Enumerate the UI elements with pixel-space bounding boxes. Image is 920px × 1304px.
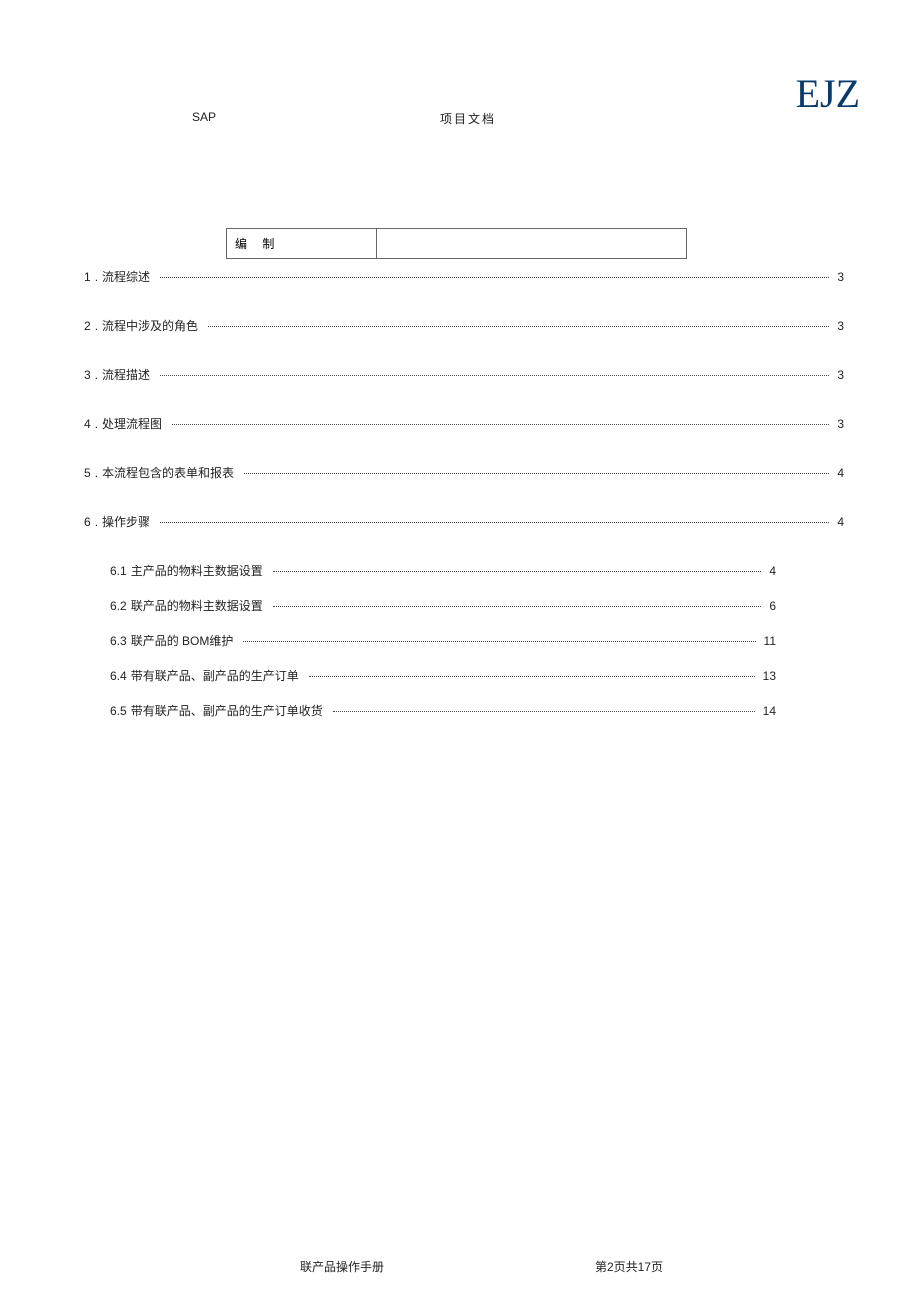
toc-entry-label: 主产品的物料主数据设置 <box>131 562 263 579</box>
toc-entry-page: 3 <box>837 368 844 382</box>
toc-entry[interactable]: 6. 操作步骤 4 <box>84 513 844 530</box>
toc-entry-page: 13 <box>763 669 776 683</box>
toc-entry[interactable]: 5. 本流程包含的表单和报表 4 <box>84 464 844 481</box>
toc-leader-dots <box>309 676 755 677</box>
toc-entry-number: 6.3 <box>110 634 127 648</box>
toc-leader-dots <box>172 424 829 425</box>
toc-leader-dots <box>273 571 762 572</box>
toc-leader-dots <box>160 375 829 376</box>
logo-text: EJZ <box>796 70 860 117</box>
toc-leader-dots <box>243 641 755 642</box>
toc-entry-number: 6.1 <box>110 564 127 578</box>
toc-entry-label: 处理流程图 <box>102 415 162 432</box>
toc-entry-page: 14 <box>763 704 776 718</box>
toc-entry[interactable]: 2. 流程中涉及的角色 3 <box>84 317 844 334</box>
toc-entry-dot: . <box>95 270 98 284</box>
toc-entry[interactable]: 6.5 带有联产品、副产品的生产订单收货 14 <box>110 702 776 719</box>
toc-leader-dots <box>273 606 762 607</box>
toc-entry-page: 3 <box>837 319 844 333</box>
toc-entry-label: 流程描述 <box>102 366 150 383</box>
toc-entry-number: 5 <box>84 466 91 480</box>
toc-entry-label: 本流程包含的表单和报表 <box>102 464 234 481</box>
edit-table: 编 制 <box>226 228 687 259</box>
toc-entry-label: 带有联产品、副产品的生产订单收货 <box>131 702 323 719</box>
toc-entry-label: 流程综述 <box>102 268 150 285</box>
toc-entry[interactable]: 6.3 联产品的 BOM维护 11 <box>110 632 776 649</box>
toc-entry-label: 流程中涉及的角色 <box>102 317 198 334</box>
toc-entry-page: 4 <box>837 466 844 480</box>
toc-leader-dots <box>208 326 829 327</box>
page-header: SAP 项目文档 <box>0 80 920 140</box>
toc-entry-page: 11 <box>764 634 776 648</box>
toc-entry-label: 联产品的物料主数据设置 <box>131 597 263 614</box>
toc-entry-number: 2 <box>84 319 91 333</box>
toc-entry-dot: . <box>95 417 98 431</box>
toc-leader-dots <box>160 277 829 278</box>
toc-entry-number: 6.5 <box>110 704 127 718</box>
toc-entry-number: 6 <box>84 515 91 529</box>
toc-entry-page: 3 <box>837 270 844 284</box>
toc-entry-number: 3 <box>84 368 91 382</box>
toc-entry[interactable]: 1. 流程综述 3 <box>84 268 844 285</box>
header-sap-label: SAP <box>192 110 216 124</box>
toc-entry-dot: . <box>95 319 98 333</box>
toc-leader-dots <box>244 473 829 474</box>
edit-value-cell <box>377 229 687 259</box>
table-of-contents: 1. 流程综述 3 2. 流程中涉及的角色 3 3. 流程描述 3 4. 处理流程图 3 5. 本流程包含… <box>84 268 844 737</box>
toc-entry[interactable]: 6.2 联产品的物料主数据设置 6 <box>110 597 776 614</box>
toc-entry-number: 6.2 <box>110 599 127 613</box>
toc-entry-number: 1 <box>84 270 91 284</box>
toc-leader-dots <box>333 711 755 712</box>
toc-entry-dot: . <box>95 515 98 529</box>
footer-page-number: 第2页共17页 <box>595 1258 663 1275</box>
toc-entry[interactable]: 3. 流程描述 3 <box>84 366 844 383</box>
toc-entry-dot: . <box>95 368 98 382</box>
edit-label-cell: 编 制 <box>227 229 377 259</box>
toc-entry-label: 联产品的 BOM维护 <box>131 632 234 649</box>
toc-entry-dot: . <box>95 466 98 480</box>
toc-entry-page: 6 <box>769 599 776 613</box>
toc-entry-label: 操作步骤 <box>102 513 150 530</box>
toc-entry-label: 带有联产品、副产品的生产订单 <box>131 667 299 684</box>
toc-entry-page: 3 <box>837 417 844 431</box>
toc-leader-dots <box>160 522 829 523</box>
toc-entry-number: 6.4 <box>110 669 127 683</box>
toc-entry[interactable]: 6.1 主产品的物料主数据设置 4 <box>110 562 776 579</box>
toc-entry-page: 4 <box>769 564 776 578</box>
footer-title: 联产品操作手册 <box>300 1258 384 1275</box>
toc-entry[interactable]: 6.4 带有联产品、副产品的生产订单 13 <box>110 667 776 684</box>
toc-entry-number: 4 <box>84 417 91 431</box>
toc-entry-page: 4 <box>837 515 844 529</box>
toc-entry[interactable]: 4. 处理流程图 3 <box>84 415 844 432</box>
header-doc-label: 项目文档 <box>440 110 496 127</box>
